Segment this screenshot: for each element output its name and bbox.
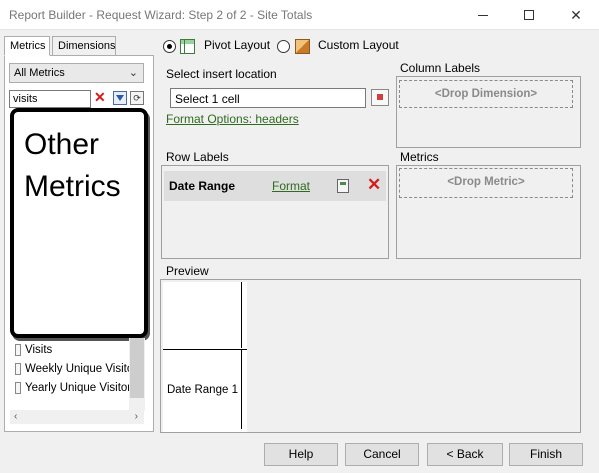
refresh-icon[interactable]: ⟳ — [130, 91, 144, 105]
column-labels-heading: Column Labels — [400, 61, 481, 75]
custom-layout-icon — [295, 39, 310, 54]
row-format-link[interactable]: Format — [272, 179, 310, 193]
cancel-button[interactable]: Cancel — [345, 443, 419, 466]
grid-line — [241, 349, 242, 429]
help-button[interactable]: Help — [264, 443, 338, 466]
insert-location-input[interactable]: Select 1 cell — [170, 88, 366, 108]
minimize-button[interactable] — [460, 0, 506, 30]
metrics-heading: Metrics — [400, 150, 439, 164]
insert-location-label: Select insert location — [166, 67, 277, 81]
preview-area: Date Range 1 — [160, 279, 581, 433]
pivot-table-icon — [180, 39, 195, 54]
vertical-scrollbar[interactable] — [129, 338, 145, 411]
chevron-down-icon: ⌄ — [128, 67, 138, 79]
metric-icon — [15, 362, 21, 375]
remove-icon[interactable]: ✕ — [367, 175, 381, 195]
scroll-thumb[interactable] — [130, 338, 144, 398]
cell-picker-icon[interactable] — [371, 89, 389, 106]
metric-label: Yearly Unique Visitors — [25, 381, 137, 394]
calculator-icon[interactable] — [337, 179, 349, 193]
grid-line — [163, 349, 247, 350]
filter-icon[interactable] — [113, 91, 127, 105]
clear-search-icon[interactable]: ✕ — [94, 89, 106, 106]
metric-label: Weekly Unique Visitors — [25, 362, 143, 375]
grid-line — [241, 282, 242, 348]
title-bar: Report Builder - Request Wizard: Step 2 … — [0, 0, 599, 30]
metric-icon — [15, 343, 21, 356]
preview-heading: Preview — [166, 264, 209, 278]
pivot-layout-label[interactable]: Pivot Layout — [204, 38, 270, 52]
other-metrics-callout: Other Metrics — [10, 108, 148, 338]
tab-metrics[interactable]: Metrics — [4, 36, 50, 56]
format-options-link[interactable]: Format Options: headers — [166, 112, 299, 126]
row-label-name: Date Range — [169, 179, 236, 193]
metric-group-select[interactable]: All Metrics ⌄ — [9, 63, 144, 83]
row-labels-area: Date Range Format ✕ — [161, 165, 389, 259]
maximize-icon — [524, 10, 534, 20]
chevron-left-icon[interactable]: ‹ — [14, 411, 17, 422]
finish-button[interactable]: Finish — [509, 443, 583, 466]
tab-dimensions[interactable]: Dimensions — [52, 36, 116, 56]
close-icon: ✕ — [570, 6, 582, 23]
metric-group-value: All Metrics — [14, 67, 65, 79]
minimize-icon — [478, 14, 488, 16]
metric-icon — [15, 381, 21, 394]
callout-line: Metrics — [24, 170, 121, 203]
list-item[interactable]: Yearly Unique Visitors — [10, 378, 144, 397]
maximize-button[interactable] — [506, 0, 552, 30]
row-label-item[interactable]: Date Range Format ✕ — [164, 171, 386, 201]
close-button[interactable]: ✕ — [553, 0, 599, 30]
pivot-layout-radio[interactable] — [163, 40, 176, 53]
custom-layout-label[interactable]: Custom Layout — [318, 38, 399, 52]
list-item[interactable]: Weekly Unique Visitors — [10, 359, 144, 378]
drop-metric-slot[interactable]: <Drop Metric> — [399, 168, 573, 198]
row-labels-heading: Row Labels — [166, 150, 229, 164]
back-button[interactable]: < Back — [427, 443, 503, 466]
list-item[interactable]: Visits — [10, 340, 144, 359]
horizontal-scrollbar[interactable]: ‹ › — [10, 410, 144, 424]
callout-line: Other — [24, 128, 100, 161]
preview-cell: Date Range 1 — [167, 384, 238, 396]
drop-dimension-slot[interactable]: <Drop Dimension> — [399, 80, 573, 108]
metric-search-input[interactable]: visits — [9, 90, 91, 108]
window-title: Report Builder - Request Wizard: Step 2 … — [9, 8, 313, 22]
custom-layout-radio[interactable] — [277, 40, 290, 53]
chevron-right-icon[interactable]: › — [135, 411, 138, 422]
preview-grid — [163, 282, 247, 432]
metric-label: Visits — [25, 343, 53, 356]
